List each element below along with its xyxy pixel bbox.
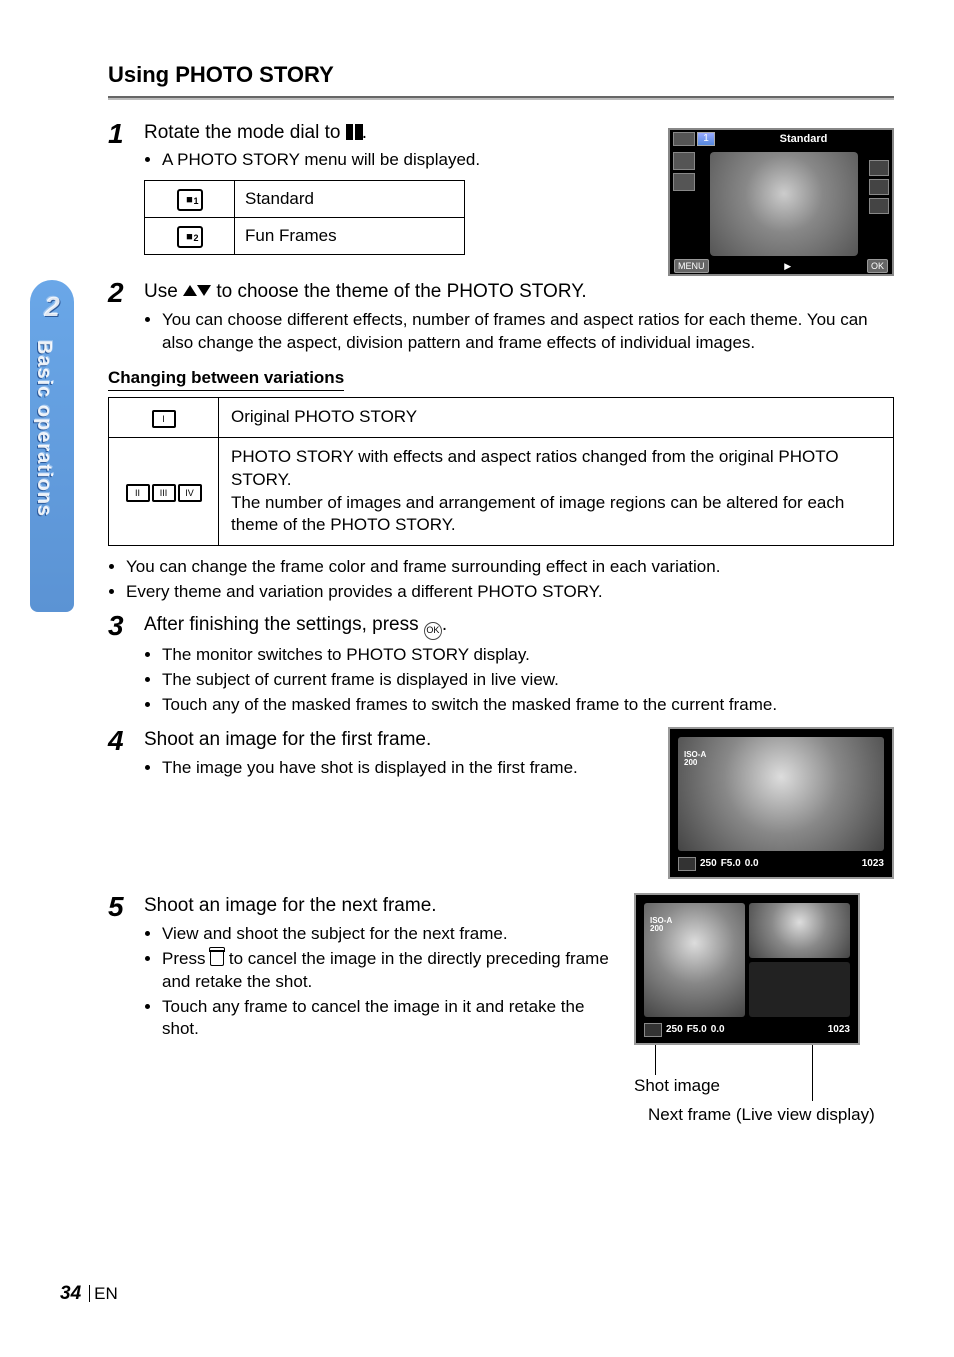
section-title: Basic operations: [30, 340, 57, 517]
step-bullet: The subject of current frame is displaye…: [162, 669, 894, 692]
theme-label-standard: Standard: [235, 181, 465, 218]
step-number: 2: [108, 279, 130, 307]
subheading: Changing between variations: [108, 367, 894, 391]
theme-2-icon: ■2: [177, 226, 203, 248]
preview-image: [710, 152, 858, 256]
step-bullet: The monitor switches to PHOTO STORY disp…: [162, 644, 894, 667]
step-number: 5: [108, 893, 130, 921]
up-arrow-icon: [183, 285, 197, 296]
variation-3-icon: III: [152, 484, 176, 502]
theme-label: Standard: [715, 132, 892, 147]
section-number: 2: [30, 288, 74, 326]
remaining-count: 1023: [828, 1023, 850, 1037]
step-number: 4: [108, 727, 130, 755]
page-lang: EN: [94, 1284, 118, 1303]
menu-back-button: MENU: [674, 259, 709, 273]
right-variation-icons: [869, 160, 889, 214]
iso-label: ISO-A200: [650, 917, 672, 933]
step-5: 5 Shoot an image for the next frame. Vie…: [108, 893, 614, 1043]
theme-table: ■1 Standard ■2 Fun Frames: [144, 180, 465, 255]
photo-story-icon: [673, 132, 695, 146]
step-bullet: Touch any frame to cancel the image in i…: [162, 996, 614, 1042]
photo-story-mode-icon: [346, 124, 362, 140]
nav-indicator: ▶: [784, 260, 791, 272]
down-arrow-icon: [197, 285, 211, 296]
shutter-value: 250: [700, 857, 717, 871]
iso-label: ISO-A200: [684, 751, 706, 767]
next-frame-display: ISO-A200 250 F5.0 0.0 1023: [634, 893, 860, 1045]
step-2: 2 Use to choose the theme of the PHOTO S…: [108, 279, 894, 357]
note-bullet: Every theme and variation provides a dif…: [126, 581, 894, 604]
theme-label-fun: Fun Frames: [235, 218, 465, 255]
variation-4-icon: IV: [178, 484, 202, 502]
layout-icon: [644, 1023, 662, 1037]
ev-value: 0.0: [745, 857, 759, 871]
step-bullet: You can choose different effects, number…: [162, 309, 894, 355]
variation-1-icon: I: [152, 410, 176, 428]
shutter-value: 250: [666, 1023, 683, 1037]
step-number: 1: [108, 120, 130, 148]
ok-button-icon: OK: [424, 622, 442, 640]
note-bullet: You can change the frame color and frame…: [126, 556, 894, 579]
step-bullet: The image you have shot is displayed in …: [162, 757, 648, 780]
step-text: After finishing the settings, press OK.: [144, 612, 894, 640]
step-bullet: Touch any of the masked frames to switch…: [162, 694, 894, 717]
trash-icon: [210, 950, 224, 966]
heading-rule: [108, 96, 894, 100]
step-number: 3: [108, 612, 130, 640]
first-frame-display: ISO-A200 250 F5.0 0.0 1023: [668, 727, 894, 879]
left-theme-icons: [673, 152, 695, 191]
step-text: Use to choose the theme of the PHOTO STO…: [144, 279, 894, 305]
variation-2-icon: II: [126, 484, 150, 502]
step-text: Shoot an image for the first frame.: [144, 727, 648, 753]
aperture-value: F5.0: [721, 857, 741, 871]
variations-table: I Original PHOTO STORY IIIIIIV PHOTO STO…: [108, 397, 894, 547]
step-3: 3 After finishing the settings, press OK…: [108, 612, 894, 719]
section-tab: 2 Basic operations: [30, 280, 74, 612]
layout-icon: [678, 857, 696, 871]
callout-next-frame: Next frame (Live view display): [648, 1104, 894, 1127]
aperture-value: F5.0: [687, 1023, 707, 1037]
menu-screenshot: 1 Standard MENU ▶ OK: [668, 128, 894, 276]
step-text: Shoot an image for the next frame.: [144, 893, 614, 919]
remaining-count: 1023: [862, 857, 884, 871]
step-bullet: Press to cancel the image in the directl…: [162, 948, 614, 994]
step-bullet: View and shoot the subject for the next …: [162, 923, 614, 946]
page-heading: Using PHOTO STORY: [108, 60, 894, 90]
page-footer: 34 EN: [60, 1281, 118, 1307]
variation-desc: Original PHOTO STORY: [219, 397, 894, 437]
variation-desc: PHOTO STORY with effects and aspect rati…: [219, 437, 894, 546]
theme-number: 1: [697, 132, 715, 146]
page-number: 34: [60, 1283, 81, 1304]
theme-1-icon: ■1: [177, 189, 203, 211]
menu-ok-button: OK: [867, 259, 888, 273]
step-4: 4 Shoot an image for the first frame. Th…: [108, 727, 648, 782]
ev-value: 0.0: [711, 1023, 725, 1037]
